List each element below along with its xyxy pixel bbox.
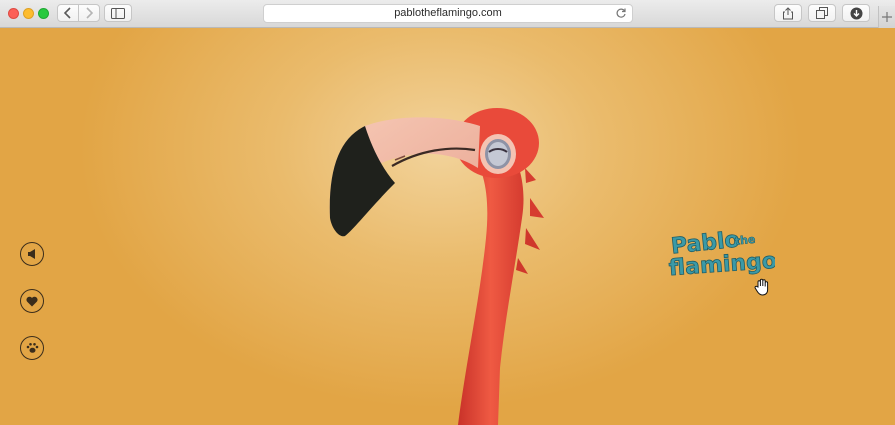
url-text: pablotheflamingo.com [394,7,502,19]
tabs-button[interactable] [808,4,836,22]
sound-icon [28,249,35,259]
back-button[interactable] [57,4,79,22]
window-close-button[interactable] [8,8,19,19]
back-icon [63,7,71,19]
flamingo-illustration [329,108,544,425]
pablo-the-flamingo-logo: Pablo the flamingo [668,227,775,280]
browser-toolbar: pablotheflamingo.com [0,0,895,28]
window-minimize-button[interactable] [23,8,34,19]
logo-small: the [734,233,756,248]
new-tab-button[interactable] [878,6,895,28]
window-maximize-button[interactable] [38,8,49,19]
heart-icon [26,296,38,306]
share-icon [783,6,793,19]
reload-icon[interactable] [615,7,627,19]
download-icon [850,7,862,19]
address-bar[interactable]: pablotheflamingo.com [263,4,633,23]
sidebar-icon [111,7,125,19]
forward-button[interactable] [78,4,100,22]
hand-cursor-icon [754,278,769,296]
tabs-icon [816,7,828,19]
share-button[interactable] [774,4,802,22]
sidebar-button[interactable] [104,4,132,22]
downloads-button[interactable] [842,4,870,22]
like-button[interactable] [20,289,44,313]
paw-icon [26,343,38,353]
page-canvas: Pablo the flamingo [0,28,895,425]
plus-icon [882,12,892,22]
forward-icon [86,7,94,19]
sound-button[interactable] [20,242,44,266]
paw-button[interactable] [20,336,44,360]
